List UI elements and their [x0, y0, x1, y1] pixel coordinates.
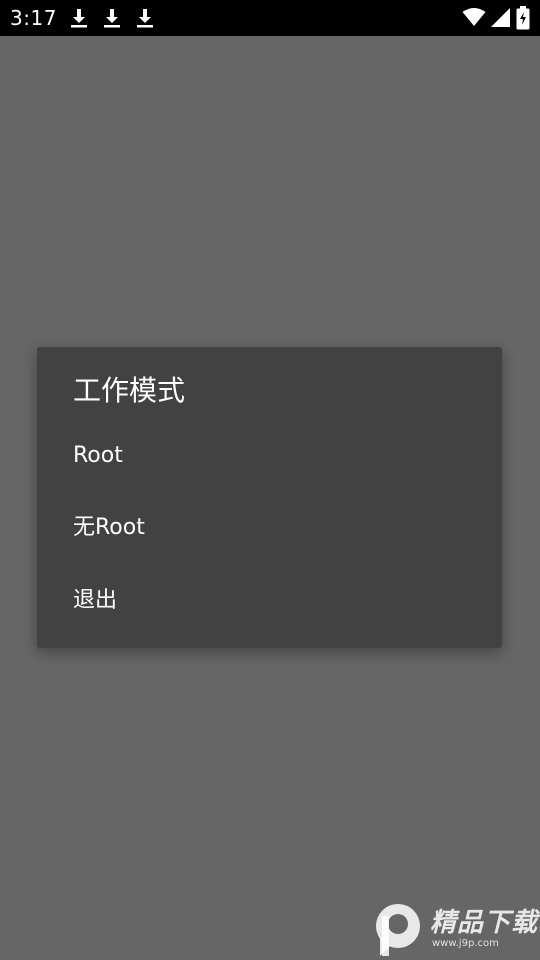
- brand-logo-icon: [376, 904, 420, 956]
- download-icon: [71, 9, 87, 28]
- download-icon: [137, 9, 153, 28]
- work-mode-dialog: 工作模式 Root 无Root 退出: [37, 347, 502, 648]
- wifi-icon: [462, 8, 486, 26]
- option-root[interactable]: Root: [37, 420, 502, 492]
- option-root-label: Root: [73, 443, 123, 468]
- option-exit[interactable]: 退出: [37, 565, 502, 637]
- status-bar: 3:17: [0, 0, 540, 36]
- watermark-brand: 精品下载: [430, 908, 539, 938]
- status-time: 3:17: [10, 6, 57, 30]
- battery-icon: [516, 6, 530, 30]
- app-screen: 3:17 工作模式 Root 无Root 退出 精品下载 www.j9p.com: [0, 0, 540, 960]
- watermark: 精品下载 www.j9p.com: [372, 902, 538, 958]
- option-no-root-label: 无Root: [73, 515, 145, 540]
- watermark-url: www.j9p.com: [432, 938, 499, 949]
- download-icon: [104, 9, 120, 28]
- dialog-title: 工作模式: [73, 374, 186, 407]
- option-exit-label: 退出: [73, 588, 118, 613]
- option-no-root[interactable]: 无Root: [37, 492, 502, 564]
- signal-icon: [491, 8, 510, 27]
